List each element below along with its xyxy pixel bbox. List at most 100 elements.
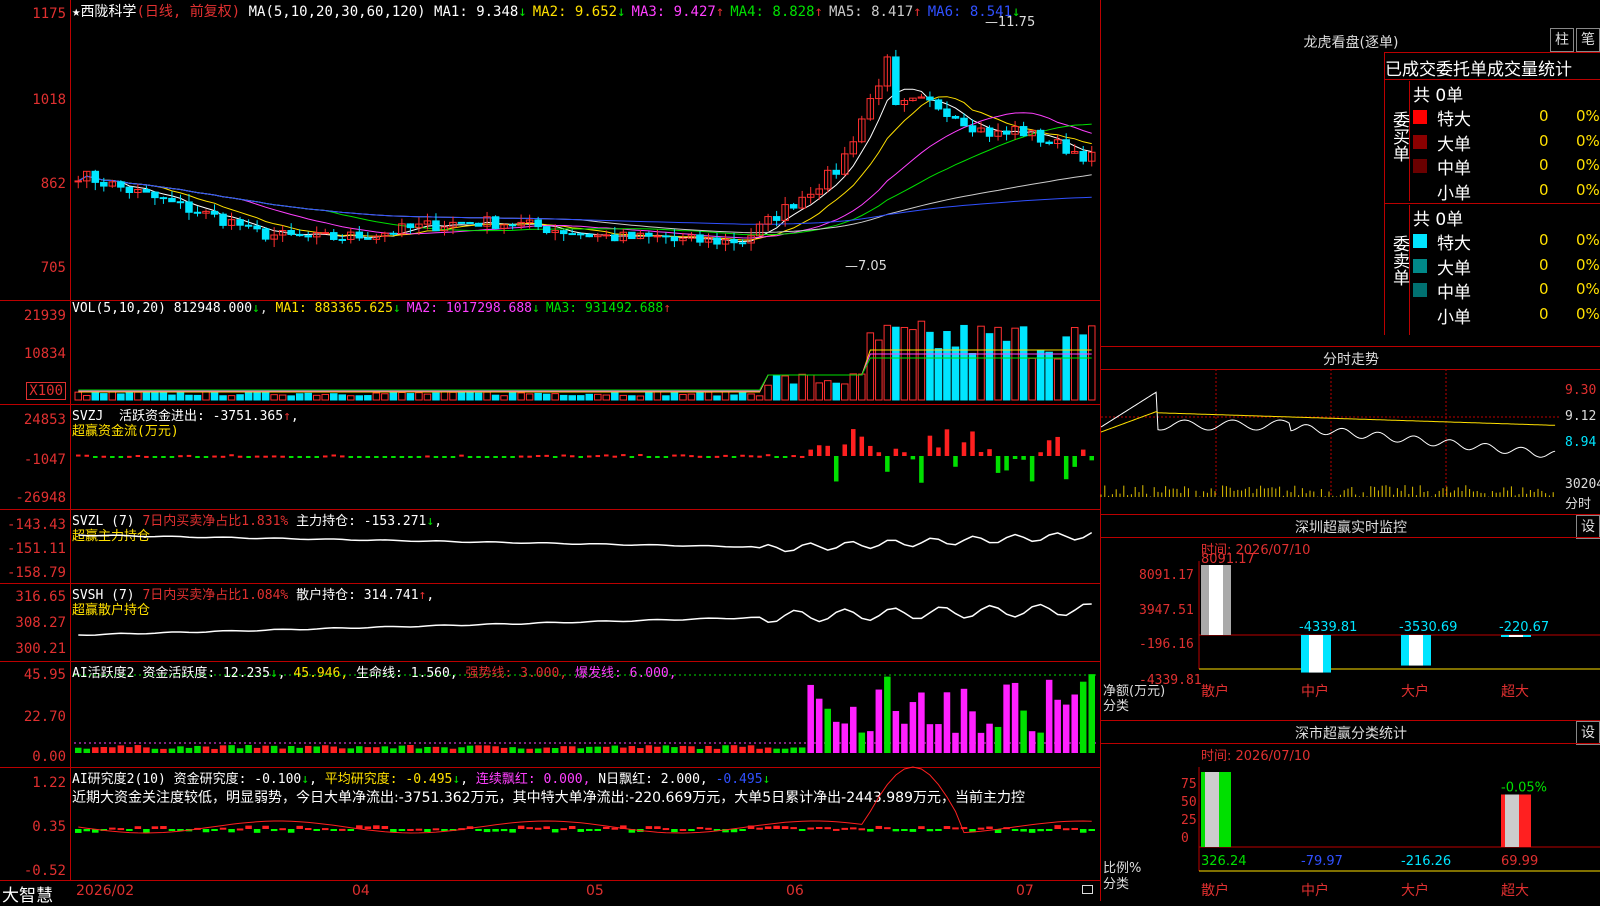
research-bar [1062, 828, 1070, 831]
activity-bar [1079, 681, 1087, 753]
monitor-chart[interactable]: 8091.17 散户 -4339.81 中户 -3530.69 大户 -220.67 超大 [1101, 515, 1600, 721]
classify-category-label: 超大 [1501, 883, 1529, 899]
activity-bar [603, 746, 610, 753]
candle-body [960, 117, 968, 127]
fund-flow-bar [203, 456, 209, 458]
activity-bar [798, 747, 806, 753]
svzj-chart[interactable] [0, 404, 1100, 509]
research-bar [790, 827, 797, 830]
longhu-tabs[interactable]: 已成交委托单成交量统计 [1385, 55, 1572, 80]
activity-bar [1062, 704, 1070, 753]
ai-research-pane[interactable]: 1.22 0.35 -0.52 AI研究度2(10) 资金研究度: -0.100… [0, 766, 1100, 880]
fund-flow-bar [93, 456, 98, 458]
volume-bar [704, 391, 713, 401]
kline-pane[interactable]: 1175 1018 862 705 ★西陇科学(日线, 前复权) MA(5,10… [0, 0, 1100, 301]
activity-bar [662, 745, 670, 753]
volume-bar [1087, 325, 1096, 401]
fund-flow-bar [816, 445, 822, 456]
volume-bar [585, 393, 594, 401]
research-bar [815, 826, 823, 829]
monitor-category-label: 中户 [1301, 683, 1329, 700]
lock-icon[interactable] [1082, 885, 1093, 894]
x-axis-label: 04 [352, 883, 370, 899]
ai-activity-pane[interactable]: 45.95 22.70 0.00 AI活跃度2 资金活跃度: 12.235↓, … [0, 661, 1100, 768]
volume-chart[interactable] [0, 300, 1100, 404]
x-axis-label: 05 [586, 883, 604, 899]
ma-line [78, 96, 1092, 241]
fund-flow-bar [765, 454, 771, 457]
monitor-panel[interactable]: 深圳超赢实时监控 设 时间: 2026/07/10 8091.17 3947.5… [1100, 514, 1600, 721]
candle-body [542, 226, 551, 234]
activity-bar [202, 746, 210, 753]
svzl-chart[interactable] [0, 509, 1100, 583]
high-price-label: —11.75 [985, 15, 1035, 30]
intraday-chart[interactable] [1100, 347, 1600, 515]
sell-name: 大单 [1437, 258, 1471, 279]
volume-bar [841, 383, 849, 401]
longhu-title: 龙虎看盘(逐单) [1303, 35, 1399, 51]
buy-row: 特大 0 0% [1413, 105, 1600, 130]
candle-body [185, 201, 193, 213]
research-bar [1045, 829, 1053, 831]
fund-flow-bar [544, 454, 549, 457]
fund-flow-bar [961, 442, 967, 456]
buy-side-label: 委买单 [1385, 81, 1410, 201]
volume-bar [227, 395, 236, 401]
activity-bar [858, 732, 866, 753]
activity-bar [92, 747, 99, 753]
volume-bar [960, 324, 968, 401]
fund-flow-bar [885, 456, 890, 472]
volume-bar [883, 324, 892, 401]
buy-row: 大单 0 0% [1413, 130, 1600, 155]
ai-activity-chart[interactable] [0, 661, 1100, 767]
ai-research-chart[interactable] [0, 766, 1100, 880]
activity-bar [168, 748, 176, 753]
fund-flow-bar [876, 452, 882, 456]
svsh-chart[interactable] [0, 583, 1100, 661]
activity-bar [1037, 732, 1044, 753]
activity-bar [347, 748, 355, 753]
research-bar [398, 829, 406, 831]
activity-bar [977, 732, 985, 753]
fund-flow-bar [459, 454, 464, 457]
fund-flow-bar [152, 456, 158, 458]
kline-chart[interactable]: —11.75 —7.05 [0, 0, 1100, 300]
fund-flow-bar [569, 455, 575, 458]
classify-panel[interactable]: 深市超赢分类统计 设 时间: 2026/07/10 75 50 25 0 比例%… [1100, 720, 1600, 901]
research-bar [850, 827, 857, 830]
sell-count: 0 [1539, 280, 1549, 298]
research-bar [483, 829, 491, 833]
classify-chart[interactable]: 326.24 散户 -79.97 中户 -216.26 大户 -0.05% 69.99 超大 [1101, 721, 1600, 901]
fund-flow-bar [382, 456, 388, 458]
svsh-pane[interactable]: 316.65 308.27 300.21 SVSH (7) 7日内买卖净占比1.… [0, 583, 1100, 662]
sell-name: 特大 [1437, 234, 1471, 254]
svzl-pane[interactable]: -143.43 -151.11 -158.79 SVZL (7) 7日内买卖净占… [0, 509, 1100, 584]
research-bar [492, 829, 499, 832]
fund-flow-bar [391, 456, 396, 458]
monitor-bar-shine [1309, 635, 1323, 673]
fund-flow-bar [271, 455, 277, 458]
activity-bar [287, 746, 295, 753]
candle-body [968, 125, 977, 133]
bar-mode-button[interactable]: 柱 [1550, 28, 1574, 52]
activity-bar [330, 746, 338, 753]
activity-bar [270, 745, 278, 753]
fund-flow-bar [902, 452, 907, 456]
volume-bar [696, 391, 704, 401]
volume-bar [525, 393, 534, 401]
activity-bar [790, 747, 797, 753]
tick-mode-button[interactable]: 笔 [1576, 28, 1600, 52]
fund-flow-bar [995, 456, 1001, 473]
research-bar [977, 827, 985, 830]
volume-bar [943, 331, 951, 401]
svzj-pane[interactable]: 24853 -1047 -26948 SVZJ 活跃资金进出: -3751.36… [0, 404, 1100, 510]
research-bar [517, 825, 525, 829]
activity-bar [407, 745, 414, 753]
volume-pane[interactable]: 21939 10834 X100 VOL(5,10,20) 812948.000… [0, 300, 1100, 405]
intraday-panel[interactable]: 分时走势 9.30 9.12 8.94 30204 分时 [1100, 346, 1600, 515]
candle-body [389, 232, 398, 235]
candle-body [559, 230, 568, 235]
candle-body [943, 108, 951, 117]
fund-flow-bar [978, 452, 984, 456]
activity-bar [313, 746, 320, 753]
